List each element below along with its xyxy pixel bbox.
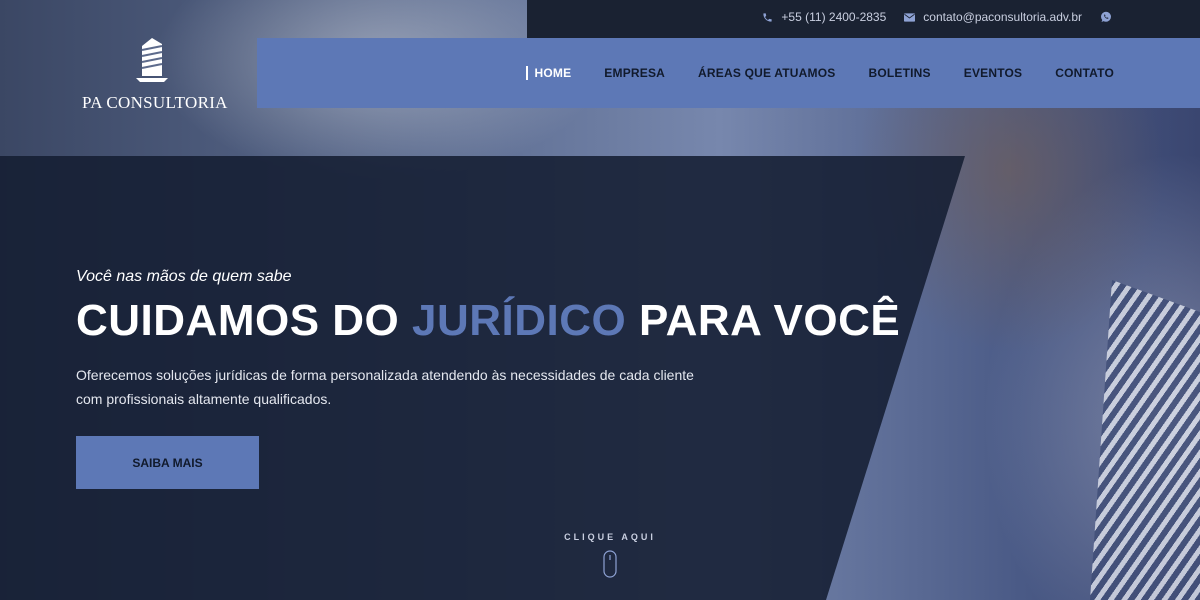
saiba-mais-button[interactable]: SAIBA MAIS	[76, 436, 259, 489]
email-address: contato@paconsultoria.adv.br	[923, 10, 1082, 24]
headline-accent: JURÍDICO	[412, 296, 627, 345]
hero-description: Oferecemos soluções jurídicas de forma p…	[76, 367, 694, 407]
hero-headline: CUIDAMOS DO JURÍDICO PARA VOCÊ	[76, 296, 900, 346]
email-contact[interactable]: contato@paconsultoria.adv.br	[904, 10, 1082, 24]
nav-item-areas[interactable]: ÁREAS QUE ATUAMOS	[698, 66, 835, 80]
nav-item-contato[interactable]: CONTATO	[1055, 66, 1114, 80]
building-logo-icon	[132, 38, 172, 86]
phone-number: +55 (11) 2400-2835	[781, 10, 887, 24]
envelope-icon	[904, 12, 916, 22]
mouse-scroll-icon	[603, 550, 617, 583]
main-navigation: HOME EMPRESA ÁREAS QUE ATUAMOS BOLETINS …	[257, 38, 1200, 108]
headline-part-2: PARA VOCÊ	[639, 296, 901, 345]
brand-logo[interactable]: PA CONSULTORIA	[82, 36, 228, 113]
scroll-label: CLIQUE AQUI	[564, 532, 656, 542]
scroll-hint[interactable]: CLIQUE AQUI	[560, 532, 660, 583]
nav-item-home[interactable]: HOME	[526, 66, 571, 80]
brand-name: PA CONSULTORIA	[82, 93, 228, 112]
whatsapp-icon[interactable]	[1100, 11, 1112, 23]
phone-icon	[762, 12, 773, 23]
nav-item-eventos[interactable]: EVENTOS	[964, 66, 1023, 80]
nav-item-empresa[interactable]: EMPRESA	[604, 66, 665, 80]
nav-item-boletins[interactable]: BOLETINS	[868, 66, 930, 80]
contact-bar: +55 (11) 2400-2835 contato@paconsultoria…	[762, 0, 1112, 34]
headline-part-1: CUIDAMOS DO	[76, 296, 400, 345]
phone-contact[interactable]: +55 (11) 2400-2835	[762, 10, 886, 24]
hero-tagline: Você nas mãos de quem sabe	[76, 268, 292, 285]
